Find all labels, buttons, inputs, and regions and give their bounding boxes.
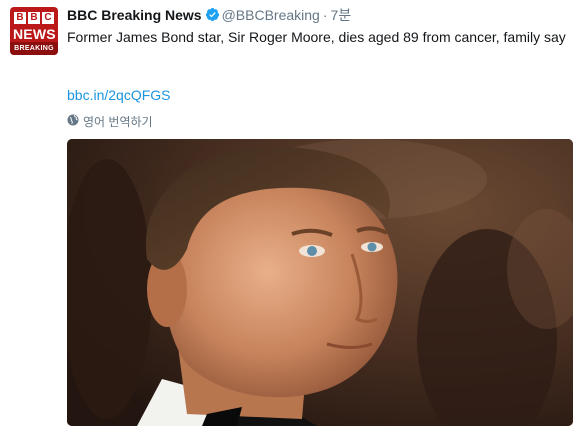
photo-of-roger-moore-icon [67, 139, 573, 426]
translate-label: 영어 번역하기 [83, 114, 153, 129]
verified-badge-icon [205, 7, 220, 26]
tweet-text: Former James Bond star, Sir Roger Moore,… [67, 29, 566, 45]
tweet-link[interactable]: bbc.in/2qcQFGS [67, 86, 171, 104]
bbc-letter: B [28, 12, 40, 24]
globe-icon [67, 114, 79, 129]
tweet-header: BBC Breaking News @BBCBreaking · 7분 [67, 6, 351, 26]
avatar-news-text: NEWS [13, 26, 56, 42]
avatar-breaking-text: BREAKING [10, 42, 58, 55]
author-handle[interactable]: @BBCBreaking [222, 7, 320, 23]
tweet: B B C NEWS BREAKING BBC Breaking News @BB… [0, 0, 588, 435]
bbc-logo-blocks: B B C [14, 12, 54, 24]
tweet-photo[interactable] [67, 139, 573, 426]
separator-dot: · [322, 7, 328, 23]
avatar[interactable]: B B C NEWS BREAKING [10, 7, 58, 55]
translate-button[interactable]: 영어 번역하기 [67, 114, 153, 129]
bbc-letter: C [42, 12, 54, 24]
timestamp[interactable]: 7분 [331, 7, 352, 23]
author-name[interactable]: BBC Breaking News [67, 7, 202, 23]
bbc-letter: B [14, 12, 26, 24]
